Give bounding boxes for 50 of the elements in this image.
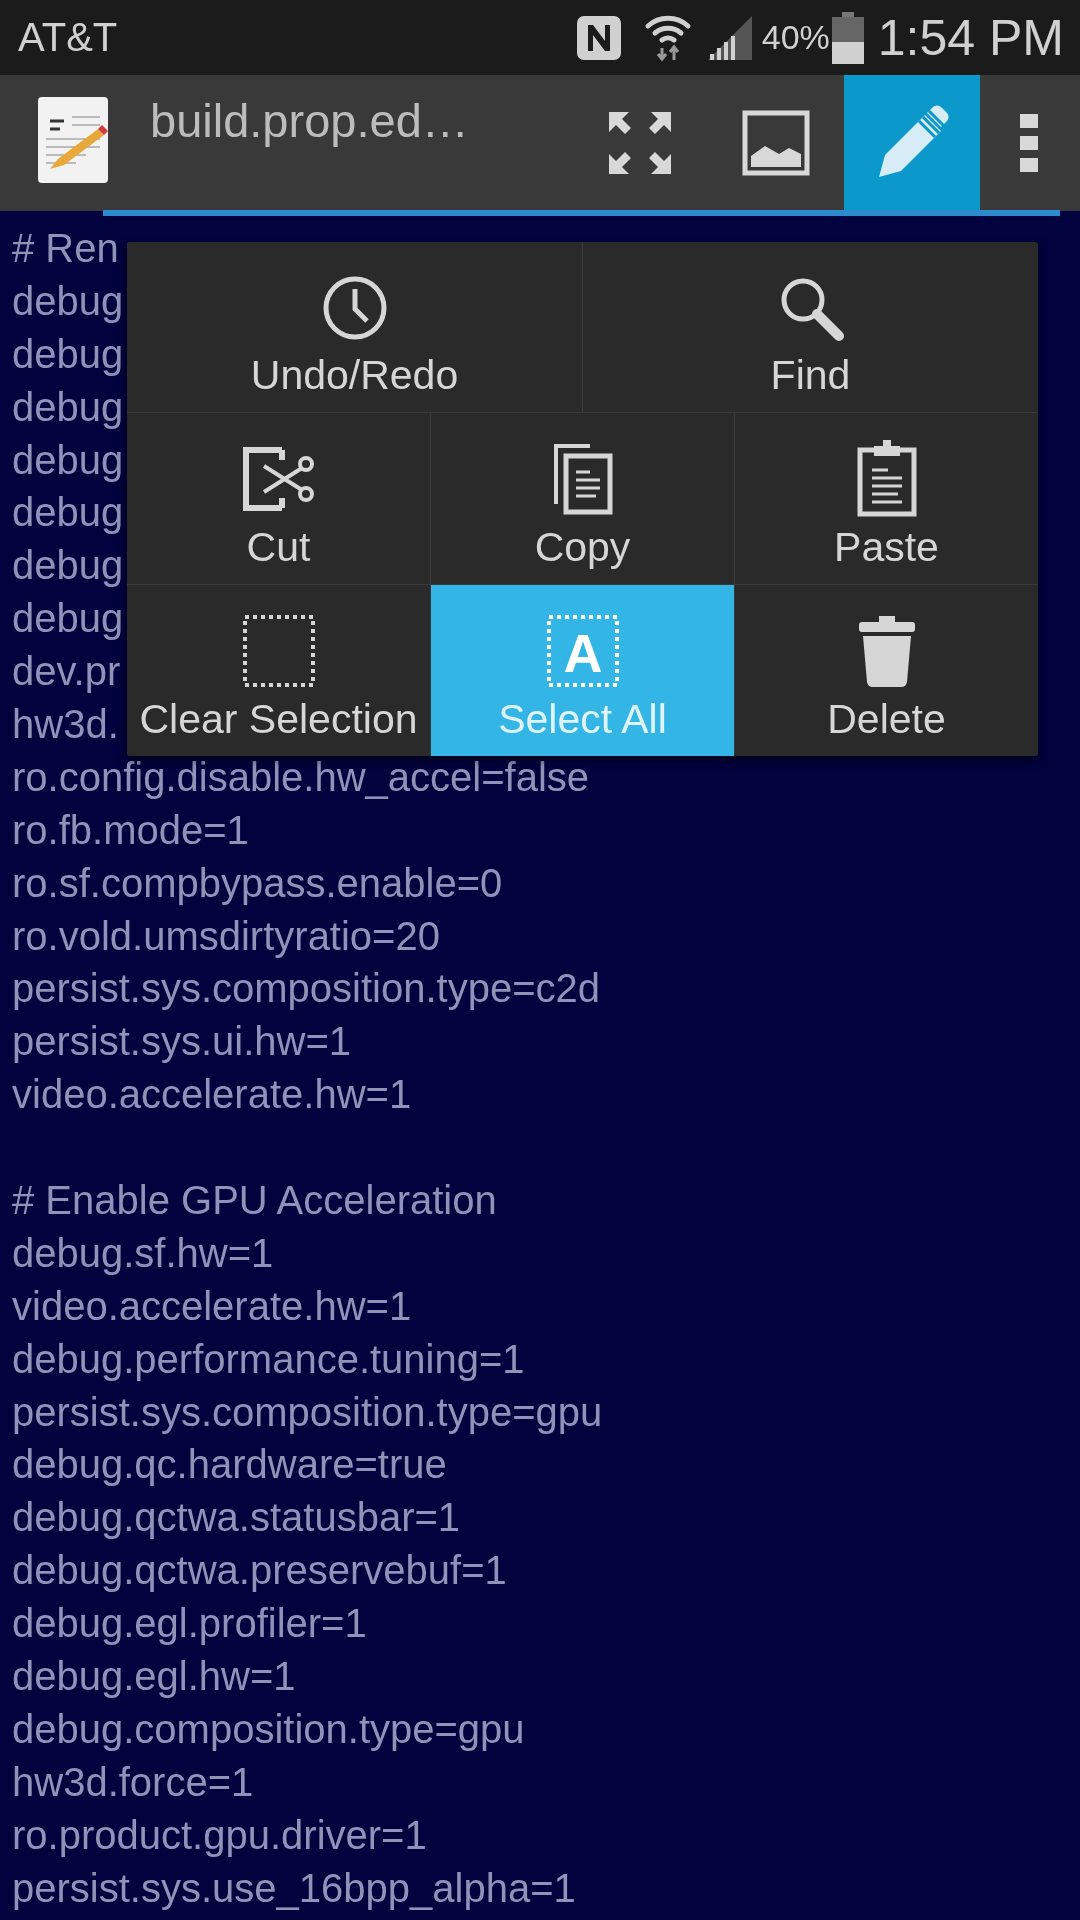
select-all-icon: A: [545, 614, 620, 688]
code-line: debug: [12, 543, 124, 588]
code-line: ro.config.disable.hw_accel=false: [12, 754, 589, 799]
code-line: debug.egl.profiler=1: [12, 1601, 367, 1646]
code-line: debug.performance.tuning=1: [12, 1336, 525, 1381]
code-line: persist.sys.composition.type=c2d: [12, 966, 601, 1011]
code-line: debug: [12, 331, 124, 376]
code-line: persist.sys.ui.hw=1: [12, 1019, 352, 1064]
code-line: debug.egl.hw=1: [12, 1654, 296, 1699]
code-line: debug.qc.hardware=true: [12, 1442, 447, 1487]
code-line: debug: [12, 596, 124, 641]
clipboard-icon: [855, 440, 918, 518]
code-line: debug: [12, 490, 124, 535]
code-line: debug.sf.hw=1: [12, 1230, 274, 1275]
carrier-name: AT&T: [18, 15, 119, 60]
clock-icon: [321, 275, 388, 341]
image-icon: [742, 110, 810, 176]
code-line: debug.composition.type=gpu: [12, 1706, 525, 1751]
code-line: debug: [12, 384, 124, 429]
code-line: debug.qctwa.statusbar=1: [12, 1495, 461, 1540]
menu-item[interactable]: Clear Selection: [127, 585, 430, 756]
code-line: hw3d.force=1: [12, 1759, 254, 1804]
code-line: video.accelerate.hw=1: [12, 1072, 412, 1117]
fullscreen-icon: [607, 110, 673, 176]
menu-item[interactable]: Paste: [734, 413, 1038, 584]
code-line: video.accelerate.hw=1: [12, 1283, 412, 1328]
selection-icon: [241, 614, 316, 688]
file-title: build.prop.ed…: [150, 93, 470, 148]
code-line: persist.sys.composition.type=gpu: [12, 1389, 603, 1434]
clock-time: 1:54 PM: [877, 8, 1064, 67]
copy-icon: [551, 442, 614, 516]
menu-item[interactable]: Undo/Redo: [127, 242, 582, 412]
code-line: ro.product.gpu.driver=1: [12, 1812, 427, 1857]
code-line: debug: [12, 278, 124, 323]
battery-icon: [831, 11, 864, 64]
code-line: ro.vold.umsdirtyratio=20: [12, 913, 440, 958]
menu-item[interactable]: Delete: [734, 585, 1038, 756]
code-line: debug.qctwa.preservebuf=1: [12, 1548, 507, 1593]
code-line: persist.sys.use_16bpp_alpha=1: [12, 1865, 576, 1910]
code-line: ro.fb.mode=1: [12, 807, 249, 852]
comment-line: # Enable GPU Acceleration: [12, 1178, 497, 1223]
menu-item[interactable]: Find: [582, 242, 1038, 412]
trash-can-icon: [856, 614, 917, 688]
code-line: debug: [12, 437, 124, 482]
battery-percent: 40%: [761, 18, 830, 57]
nfc-icon: [575, 14, 622, 61]
code-line: hw3d.: [12, 702, 119, 746]
comment-line: # Ren: [12, 226, 119, 270]
code-line: ro.sf.compbypass.enable=0: [12, 860, 503, 905]
code-line: dev.pr: [12, 649, 121, 694]
